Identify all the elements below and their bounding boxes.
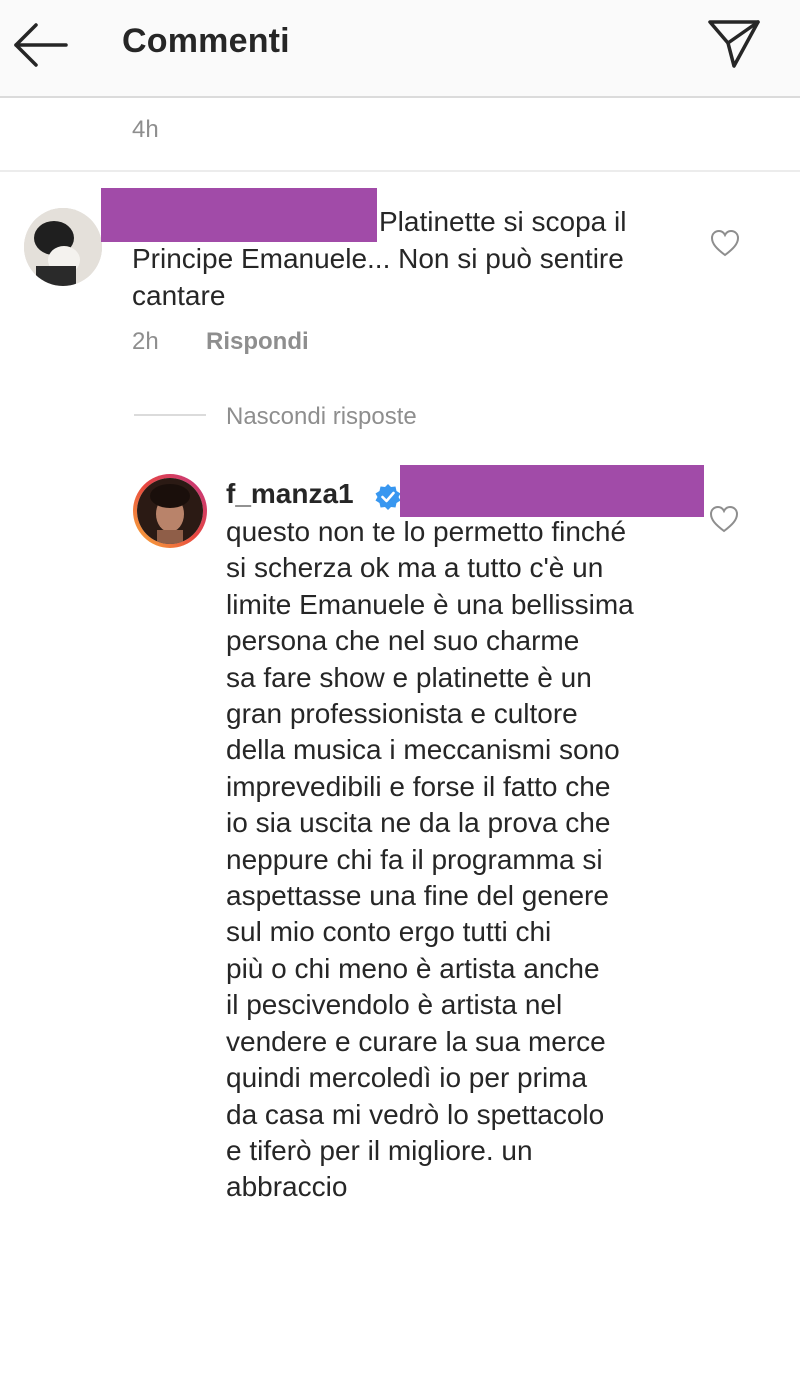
divider (0, 170, 800, 172)
back-button[interactable] (10, 20, 72, 70)
reply-button[interactable]: Rispondi (206, 328, 309, 356)
previous-comment-time: 4h (132, 116, 159, 143)
paper-plane-icon (708, 20, 760, 68)
reply-avatar[interactable] (133, 474, 207, 548)
share-button[interactable] (706, 16, 762, 70)
like-reply-button[interactable] (708, 504, 740, 534)
commenter-avatar[interactable] (24, 208, 102, 286)
like-comment-button[interactable] (709, 228, 741, 258)
top-bar: Commenti (0, 0, 800, 98)
verified-badge-icon (374, 483, 402, 511)
comment-time: 2h (132, 328, 159, 355)
reply-username[interactable]: f_manza1 (226, 478, 354, 510)
replies-divider-line (134, 414, 206, 416)
hide-replies-button[interactable]: Nascondi risposte (226, 403, 417, 431)
redacted-mention (400, 465, 704, 517)
reply-text: questo non te lo permetto finché si sche… (226, 516, 634, 1203)
page-title: Commenti (122, 22, 290, 60)
redacted-username (101, 188, 377, 242)
heart-icon (710, 229, 740, 257)
heart-icon (709, 505, 739, 533)
avatar-photo (137, 478, 203, 544)
arrow-left-icon (14, 23, 68, 67)
avatar-photo (24, 208, 102, 286)
